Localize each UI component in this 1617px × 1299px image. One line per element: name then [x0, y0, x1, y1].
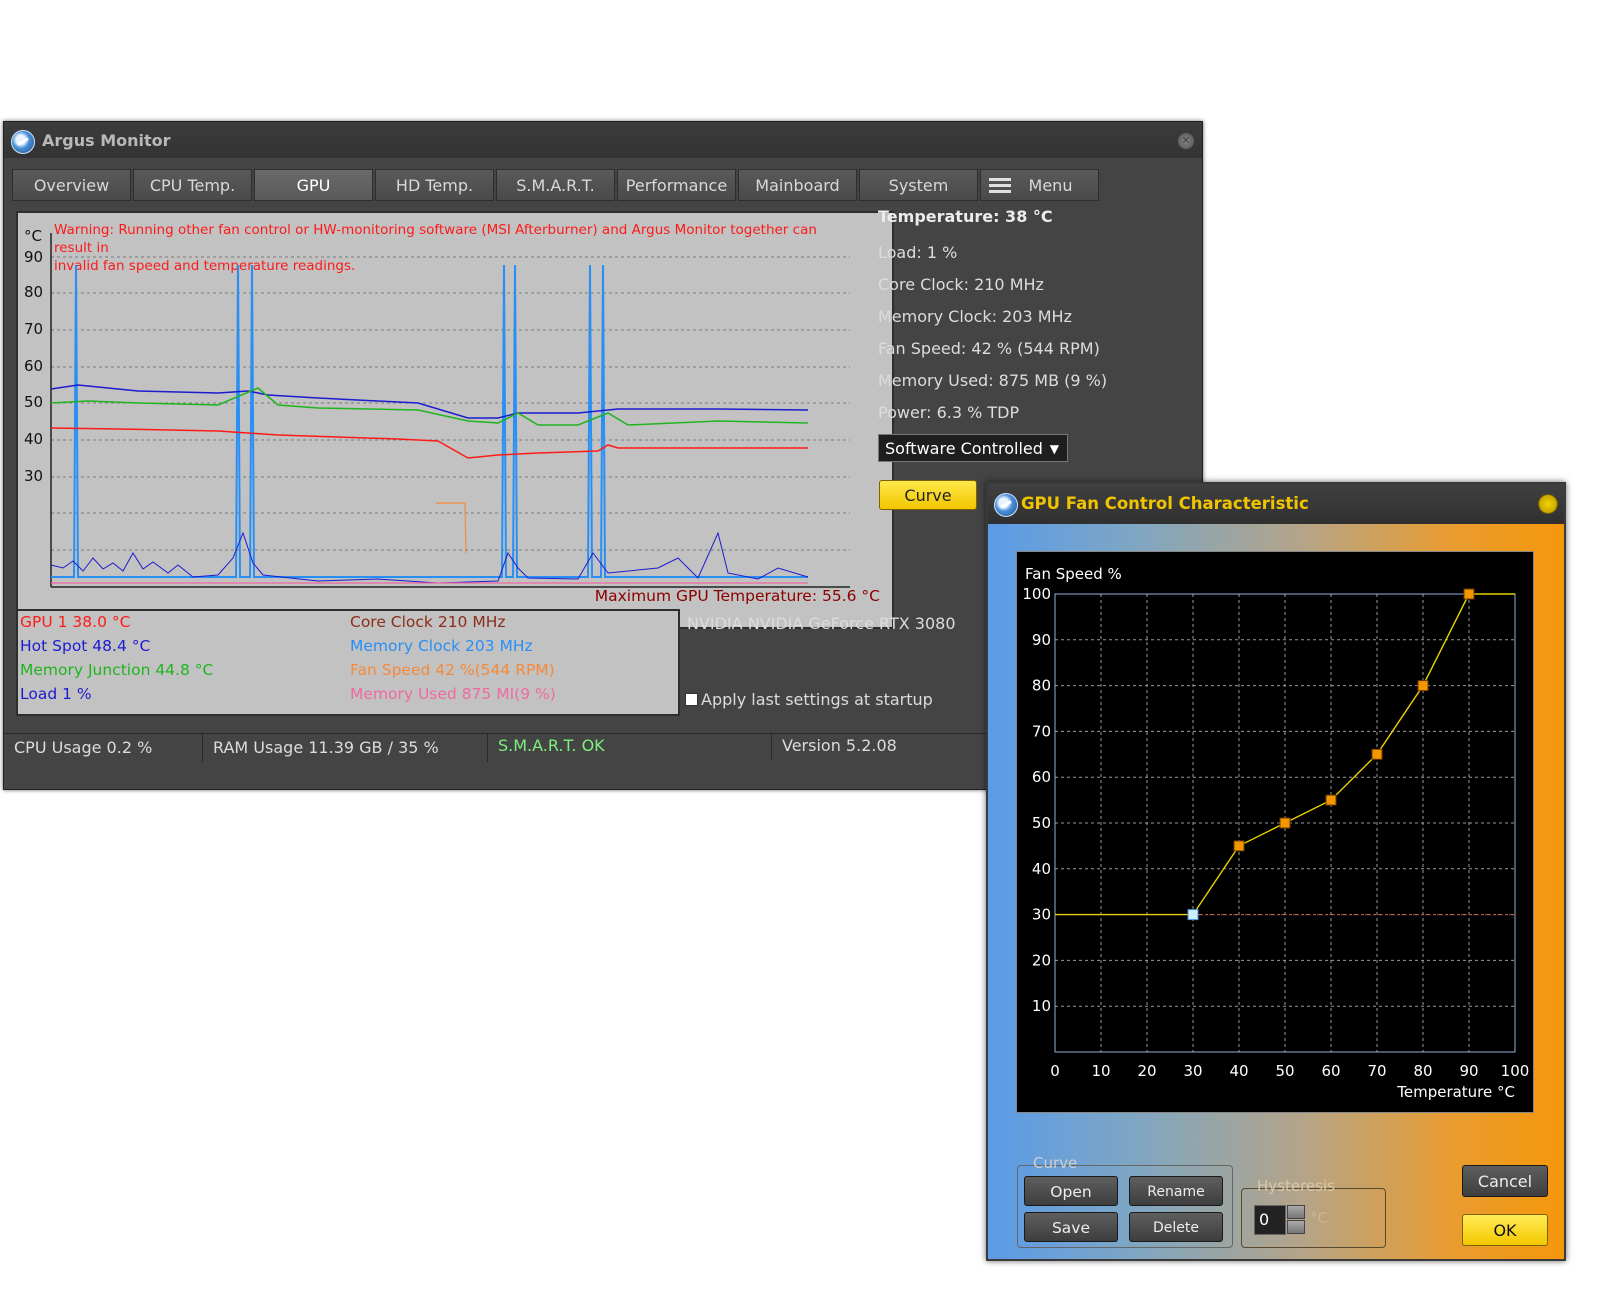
y-tick-label: 30	[1032, 906, 1051, 924]
legend-load: Load 1 %	[20, 685, 92, 703]
fan-curve-svg[interactable]: Fan Speed % Temperature °C 0 10 20 30 40 50 60…	[1017, 552, 1533, 1112]
y-tick-label: 60	[1032, 768, 1051, 786]
monitor-chart: Warning: Running other fan control or HW…	[16, 211, 894, 629]
status-version: Version 5.2.08	[782, 736, 897, 755]
tab-gpu[interactable]: GPU	[254, 169, 373, 201]
curve-point[interactable]	[1371, 748, 1383, 760]
legend-memory-clock: Memory Clock 203 MHz	[350, 637, 533, 655]
curve-button[interactable]: Curve	[879, 480, 977, 510]
y-tick-label: 100	[1022, 585, 1051, 603]
info-memory-used: Memory Used: 875 MB (9 %)	[878, 371, 1108, 390]
apply-startup-checkbox[interactable]	[685, 693, 698, 706]
tab-menu[interactable]: Menu	[980, 169, 1099, 201]
curve-group: Curve Open Rename Save Delete	[1017, 1154, 1233, 1248]
gpu-name: NVIDIA NVIDIA GeForce RTX 3080	[687, 614, 956, 633]
x-tick-label: 100	[1501, 1062, 1530, 1080]
curve-point[interactable]	[1233, 840, 1245, 852]
info-load: Load: 1 %	[878, 243, 958, 262]
curve-group-label: Curve	[1033, 1154, 1078, 1172]
legend-hot-spot: Hot Spot 48.4 °C	[20, 637, 151, 655]
fan-dialog-title: GPU Fan Control Characteristic	[1021, 494, 1309, 513]
max-gpu-temperature: Maximum GPU Temperature: 55.6 °C	[594, 587, 880, 605]
spin-up-icon[interactable]	[1287, 1205, 1305, 1219]
status-ram-usage: RAM Usage 11.39 GB / 35 %	[203, 734, 488, 762]
monitor-plot	[50, 233, 850, 588]
y-tick-label: 40	[1032, 860, 1051, 878]
info-fan-speed: Fan Speed: 42 % (544 RPM)	[878, 339, 1100, 358]
fan-dialog-titlebar: GPU Fan Control Characteristic	[988, 484, 1564, 524]
window-title: Argus Monitor	[42, 131, 171, 150]
hysteresis-group: Hysteresis 0 °C	[1241, 1177, 1386, 1248]
tab-system[interactable]: System	[859, 169, 978, 201]
curve-point[interactable]	[1417, 680, 1429, 692]
x-tick-label: 20	[1137, 1062, 1156, 1080]
close-icon[interactable]	[1538, 494, 1558, 514]
x-tick-label: 60	[1321, 1062, 1340, 1080]
x-axis-label: Temperature °C	[1396, 1083, 1515, 1101]
legend-panel: GPU 1 38.0 °C Hot Spot 48.4 °C Memory Ju…	[16, 609, 680, 716]
tab-smart[interactable]: S.M.A.R.T.	[496, 169, 615, 201]
tab-hd-temp[interactable]: HD Temp.	[375, 169, 494, 201]
y-tick-label: 10	[1032, 997, 1051, 1015]
menu-label: Menu	[1028, 176, 1073, 195]
x-tick-label: 80	[1413, 1062, 1432, 1080]
x-tick-label: 10	[1091, 1062, 1110, 1080]
cancel-button[interactable]: Cancel	[1462, 1165, 1548, 1197]
legend-gpu-temp: GPU 1 38.0 °C	[20, 613, 131, 631]
y-tick-label: 20	[1032, 951, 1051, 969]
menu-icon	[989, 178, 1011, 194]
fan-mode-select[interactable]: Software Controlled ▼	[878, 434, 1068, 462]
x-tick-label: 0	[1050, 1062, 1060, 1080]
tab-cpu-temp[interactable]: CPU Temp.	[133, 169, 252, 201]
tab-mainboard[interactable]: Mainboard	[738, 169, 857, 201]
save-button[interactable]: Save	[1024, 1212, 1118, 1242]
apply-startup-option[interactable]: Apply last settings at startup	[685, 690, 933, 709]
legend-memory-junction: Memory Junction 44.8 °C	[20, 661, 214, 679]
apply-startup-label: Apply last settings at startup	[701, 690, 933, 709]
y-axis-label: Fan Speed %	[1025, 565, 1122, 583]
ok-button[interactable]: OK	[1462, 1214, 1548, 1246]
argus-logo-icon	[11, 130, 35, 154]
x-tick-label: 40	[1229, 1062, 1248, 1080]
curve-point[interactable]	[1279, 817, 1291, 829]
legend-core-clock: Core Clock 210 MHz	[350, 613, 506, 631]
status-smart: S.M.A.R.T. OK	[488, 732, 772, 760]
rename-button[interactable]: Rename	[1129, 1176, 1223, 1206]
legend-memory-used: Memory Used 875 MI(9 %)	[350, 685, 556, 703]
chevron-down-icon: ▼	[1049, 442, 1059, 456]
curve-point[interactable]	[1463, 588, 1475, 600]
x-tick-label: 70	[1367, 1062, 1386, 1080]
open-button[interactable]: Open	[1024, 1176, 1118, 1206]
hysteresis-input[interactable]: 0	[1254, 1205, 1286, 1235]
hysteresis-unit: °C	[1310, 1209, 1328, 1227]
close-icon[interactable]: ×	[1178, 133, 1194, 149]
y-tick-label: 90	[1032, 631, 1051, 649]
status-cpu-usage: CPU Usage 0.2 %	[4, 734, 203, 762]
delete-button[interactable]: Delete	[1129, 1212, 1223, 1242]
fan-control-dialog: GPU Fan Control Characteristic Fan Speed…	[986, 482, 1566, 1261]
fan-mode-value: Software Controlled	[885, 439, 1043, 458]
info-core-clock: Core Clock: 210 MHz	[878, 275, 1044, 294]
info-memory-clock: Memory Clock: 203 MHz	[878, 307, 1072, 326]
x-tick-label: 30	[1183, 1062, 1202, 1080]
spin-down-icon[interactable]	[1287, 1220, 1305, 1234]
info-temperature: Temperature: 38 °C	[878, 207, 1053, 226]
tab-performance[interactable]: Performance	[617, 169, 736, 201]
argus-logo-icon	[994, 493, 1018, 517]
main-titlebar: Argus Monitor ×	[4, 122, 1202, 158]
y-tick-label: 80	[1032, 677, 1051, 695]
curve-point[interactable]	[1187, 909, 1199, 921]
legend-fan-speed: Fan Speed 42 %(544 RPM)	[350, 661, 555, 679]
hysteresis-group-label: Hysteresis	[1257, 1177, 1335, 1195]
x-tick-label: 50	[1275, 1062, 1294, 1080]
y-tick-label: 50	[1032, 814, 1051, 832]
info-power: Power: 6.3 % TDP	[878, 403, 1020, 422]
x-tick-label: 90	[1459, 1062, 1478, 1080]
tab-overview[interactable]: Overview	[12, 169, 131, 201]
fan-curve-chart[interactable]: Fan Speed % Temperature °C 0 10 20 30 40 50 60…	[1016, 551, 1534, 1113]
curve-point[interactable]	[1325, 794, 1337, 806]
y-tick-label: 70	[1032, 722, 1051, 740]
